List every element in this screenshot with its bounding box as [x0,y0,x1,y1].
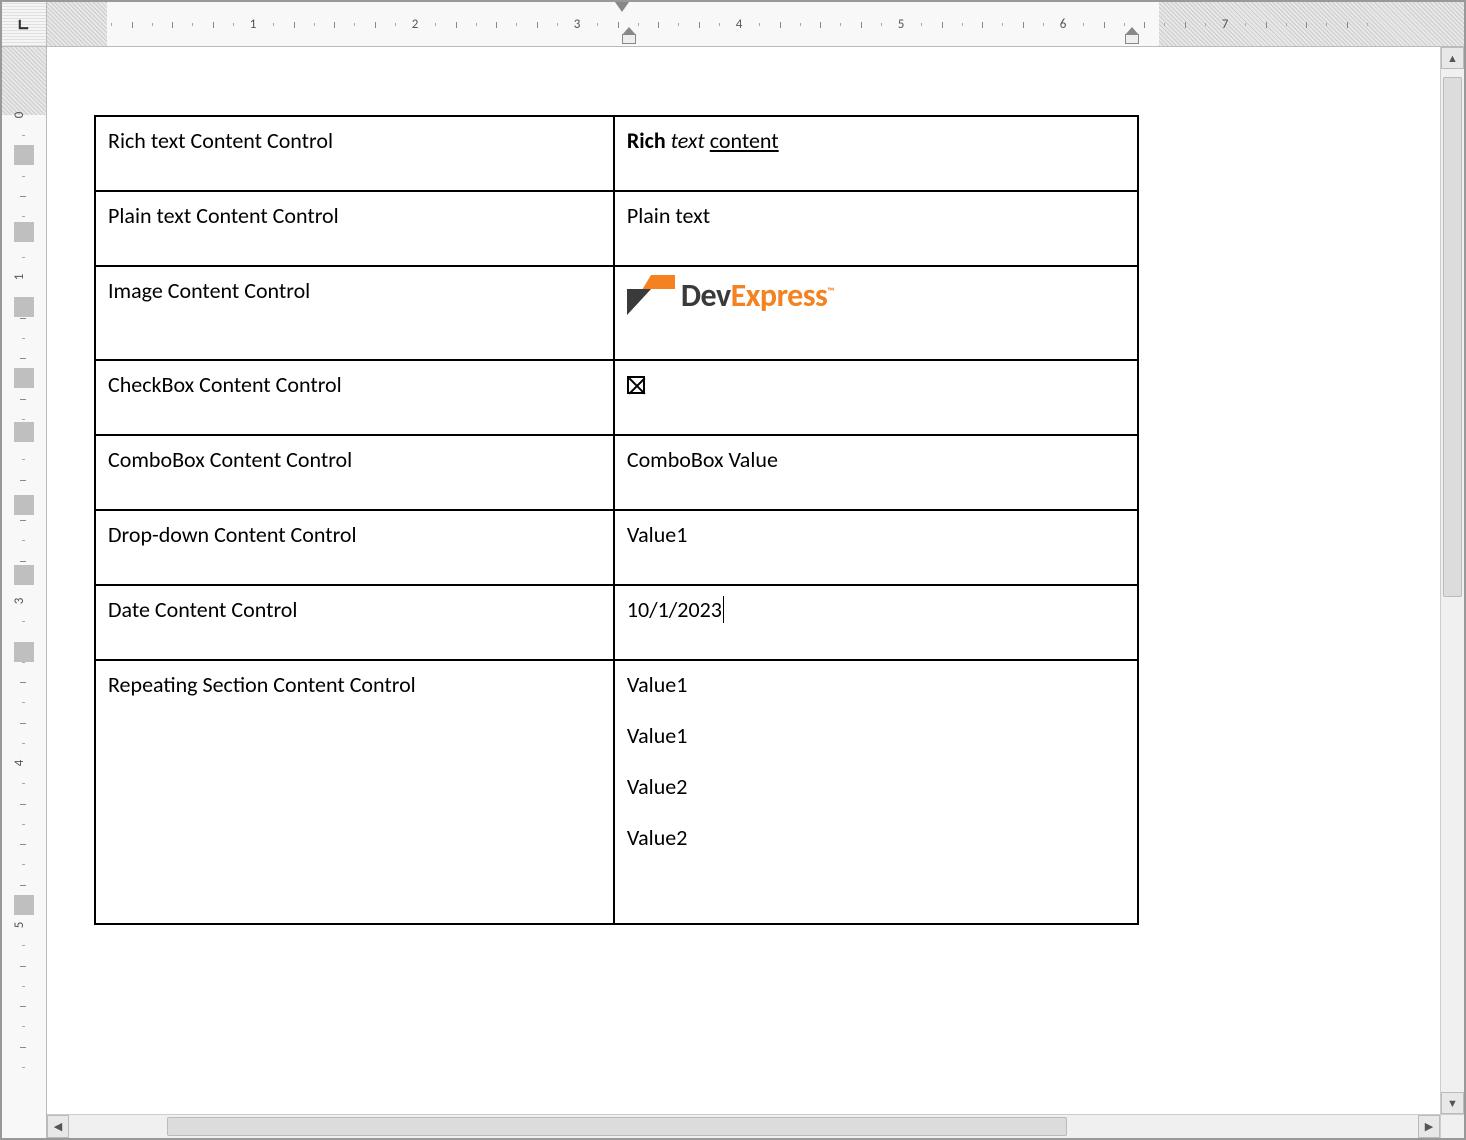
h-ruler-number: 1 [250,17,257,32]
vertical-ruler[interactable]: 012345 [2,47,47,1138]
h-ruler-number: 5 [898,17,905,32]
label-cell: Rich text Content Control [95,116,614,191]
date-content-control[interactable]: 10/1/2023 [614,585,1138,660]
rich-text-underline: content [710,127,779,154]
rich-text-italic: text [671,127,705,154]
repeat-item: Value1 [627,722,1125,749]
repeat-item: Value1 [627,671,1125,698]
app-frame: 1 2 3 4 5 6 7 0 1 2 3 4 5 Rich text Content Control… [2,2,1464,1138]
label-cell: Plain text Content Control [95,191,614,266]
right-indent-marker[interactable] [1125,34,1139,44]
table-row: CheckBox Content Control [95,360,1138,435]
v-ruler-number: 1 [12,274,27,281]
v-scroll-thumb[interactable] [1443,77,1462,597]
label-cell: ComboBox Content Control [95,435,614,510]
arrow-up-icon: ▲ [1447,52,1458,65]
rich-text-content-control[interactable]: Rich text content [614,116,1138,191]
table-row: Rich text Content Control Rich text cont… [95,116,1138,191]
date-value: 10/1/2023 [627,596,724,623]
table-row-marker[interactable] [14,565,34,585]
scroll-left-button[interactable]: ◀ [47,1115,69,1138]
dropdown-content-control[interactable]: Value1 [614,510,1138,585]
label-cell: CheckBox Content Control [95,360,614,435]
table-row: Plain text Content Control Plain text [95,191,1138,266]
checkbox-content-control[interactable] [614,360,1138,435]
v-ruler-number: 3 [12,598,27,605]
repeating-values: Value1 Value1 Value2 Value2 [627,671,1125,887]
rich-text-bold: Rich [627,127,666,154]
table-row: Drop-down Content Control Value1 [95,510,1138,585]
scroll-corner [1440,1114,1464,1138]
label-cell: Image Content Control [95,266,614,360]
repeat-item: Value2 [627,824,1125,887]
scroll-down-button[interactable]: ▼ [1441,1092,1464,1114]
label-cell: Drop-down Content Control [95,510,614,585]
table-row-marker[interactable] [14,222,34,242]
h-scroll-thumb[interactable] [167,1117,1067,1136]
vertical-scrollbar[interactable]: ▲ ▼ [1440,47,1464,1114]
repeating-section-content-control[interactable]: Value1 Value1 Value2 Value2 [614,660,1138,924]
label-cell: Date Content Control [95,585,614,660]
plain-text-content-control[interactable]: Plain text [614,191,1138,266]
scroll-up-button[interactable]: ▲ [1441,47,1464,69]
devexpress-logo-icon: DevExpress™ [627,275,834,315]
image-content-control[interactable]: DevExpress™ [614,266,1138,360]
table-row: Image Content Control DevExpress™ [95,266,1138,360]
arrow-left-icon: ◀ [54,1120,62,1133]
combobox-content-control[interactable]: ComboBox Value [614,435,1138,510]
document-page: Rich text Content Control Rich text cont… [47,47,1247,955]
checkbox-checked-icon [627,376,645,394]
scroll-right-button[interactable]: ▶ [1418,1115,1440,1138]
ruler-corner [2,2,47,47]
h-ruler-number: 6 [1060,17,1067,32]
h-ruler-number: 4 [736,17,743,32]
table-row-marker[interactable] [14,297,34,317]
horizontal-scrollbar[interactable]: ◀ ▶ [47,1114,1440,1138]
table-row: Date Content Control 10/1/2023 [95,585,1138,660]
tab-stop-icon [17,17,31,31]
document-area[interactable]: Rich text Content Control Rich text cont… [47,47,1440,1114]
horizontal-ruler[interactable]: 1 2 3 4 5 6 7 [47,2,1464,47]
h-ruler-number: 7 [1222,17,1229,32]
label-cell: Repeating Section Content Control [95,660,614,924]
h-ruler-number: 3 [574,17,581,32]
table-row-marker[interactable] [14,495,34,515]
table-row-marker[interactable] [14,145,34,165]
table-row: ComboBox Content Control ComboBox Value [95,435,1138,510]
table-row-marker[interactable] [14,642,34,662]
content-controls-table: Rich text Content Control Rich text cont… [94,115,1139,925]
arrow-down-icon: ▼ [1447,1097,1458,1110]
repeat-item: Value2 [627,773,1125,800]
v-ruler-number: 5 [12,922,27,929]
table-row-marker[interactable] [14,895,34,915]
table-row-marker[interactable] [14,368,34,388]
arrow-right-icon: ▶ [1425,1120,1433,1133]
hanging-indent-marker[interactable] [622,34,636,44]
h-ruler-number: 2 [412,17,419,32]
table-row-marker[interactable] [14,422,34,442]
first-line-indent-marker[interactable] [615,2,629,12]
table-row: Repeating Section Content Control Value1… [95,660,1138,924]
v-ruler-number: 4 [12,760,27,767]
v-ruler-number: 0 [12,112,27,119]
